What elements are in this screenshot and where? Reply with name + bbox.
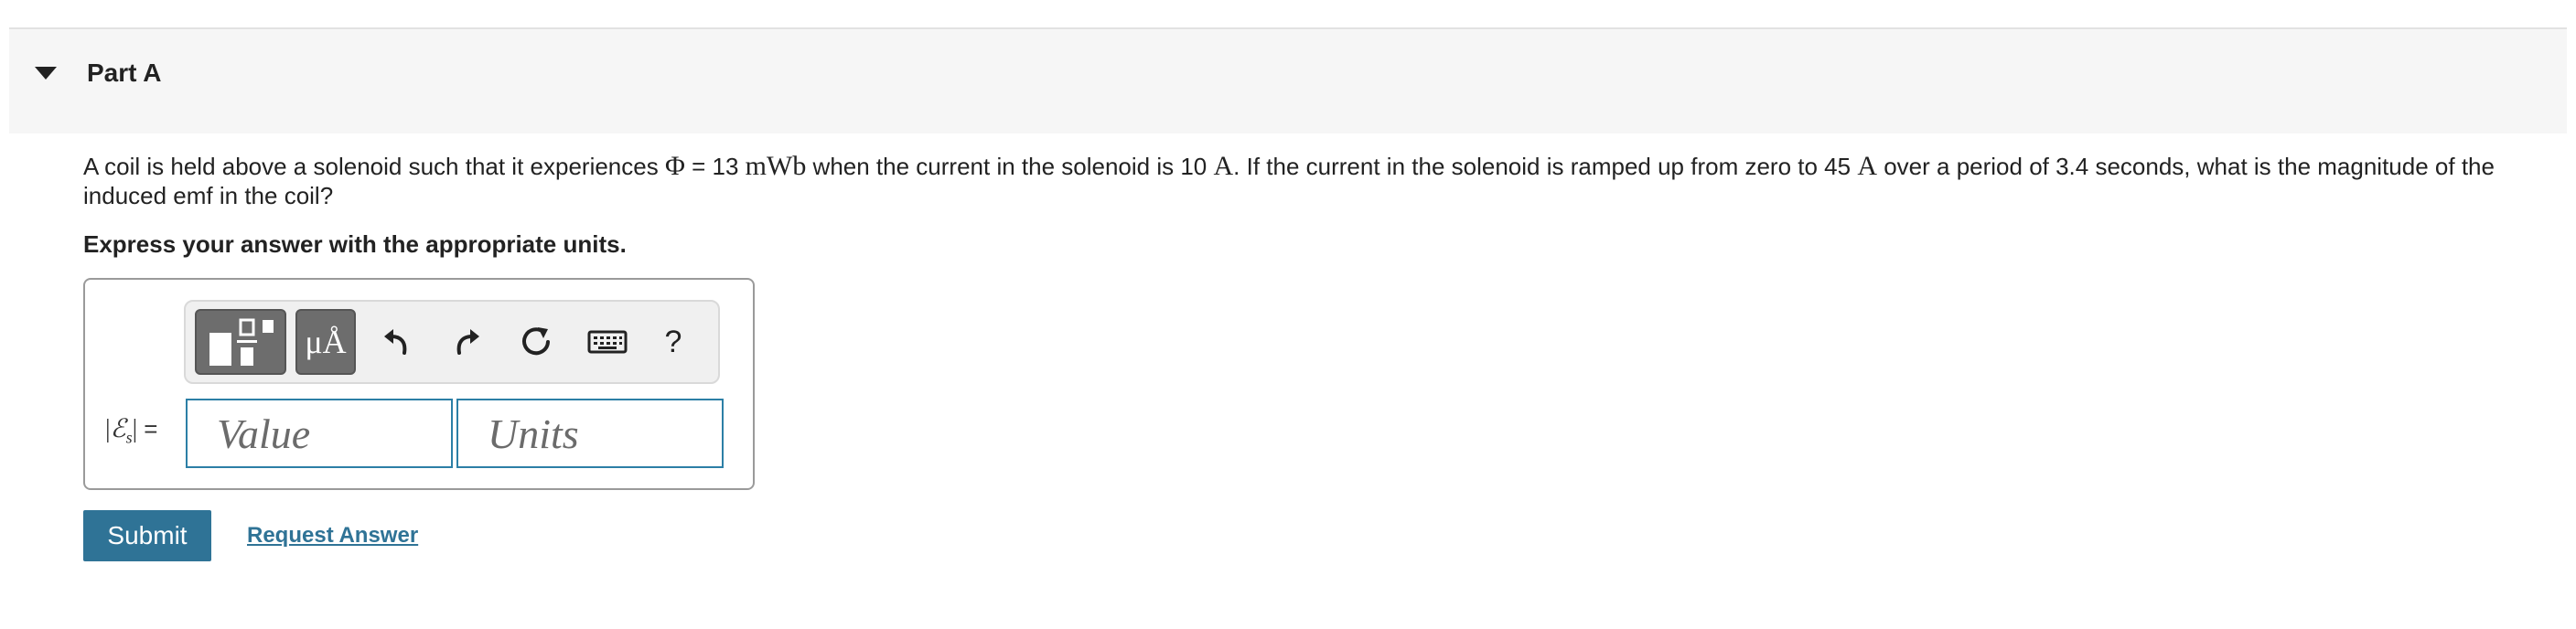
- units-input[interactable]: [456, 399, 724, 468]
- undo-icon: [384, 329, 407, 355]
- redo-icon: [456, 329, 479, 355]
- question-text: A coil is held above a solenoid such tha…: [83, 151, 2495, 210]
- keyboard-button[interactable]: [579, 309, 636, 375]
- redo-button[interactable]: [444, 309, 489, 375]
- templates-icon: [209, 318, 274, 366]
- units-icon: μÅ: [305, 324, 347, 360]
- help-icon: ?: [664, 324, 682, 359]
- part-header[interactable]: Part A: [9, 29, 2567, 133]
- request-answer-link[interactable]: Request Answer: [247, 523, 418, 549]
- reset-icon: [522, 327, 550, 356]
- keyboard-icon: [587, 330, 628, 354]
- reset-button[interactable]: [513, 309, 559, 375]
- units-button[interactable]: μÅ: [295, 309, 356, 375]
- undo-button[interactable]: [374, 309, 420, 375]
- templates-button[interactable]: [195, 309, 286, 375]
- answer-box: μÅ ? |ℰs| = Value Units: [83, 278, 755, 490]
- collapse-caret-icon[interactable]: [35, 67, 57, 80]
- answer-instruction: Express your answer with the appropriate…: [83, 230, 627, 258]
- help-button[interactable]: ?: [652, 309, 694, 375]
- emf-label: |ℰs| =: [105, 415, 158, 447]
- math-toolbar: μÅ ?: [184, 300, 720, 384]
- value-input[interactable]: [186, 399, 453, 468]
- part-title: Part A: [87, 59, 162, 87]
- submit-button[interactable]: Submit: [83, 510, 211, 561]
